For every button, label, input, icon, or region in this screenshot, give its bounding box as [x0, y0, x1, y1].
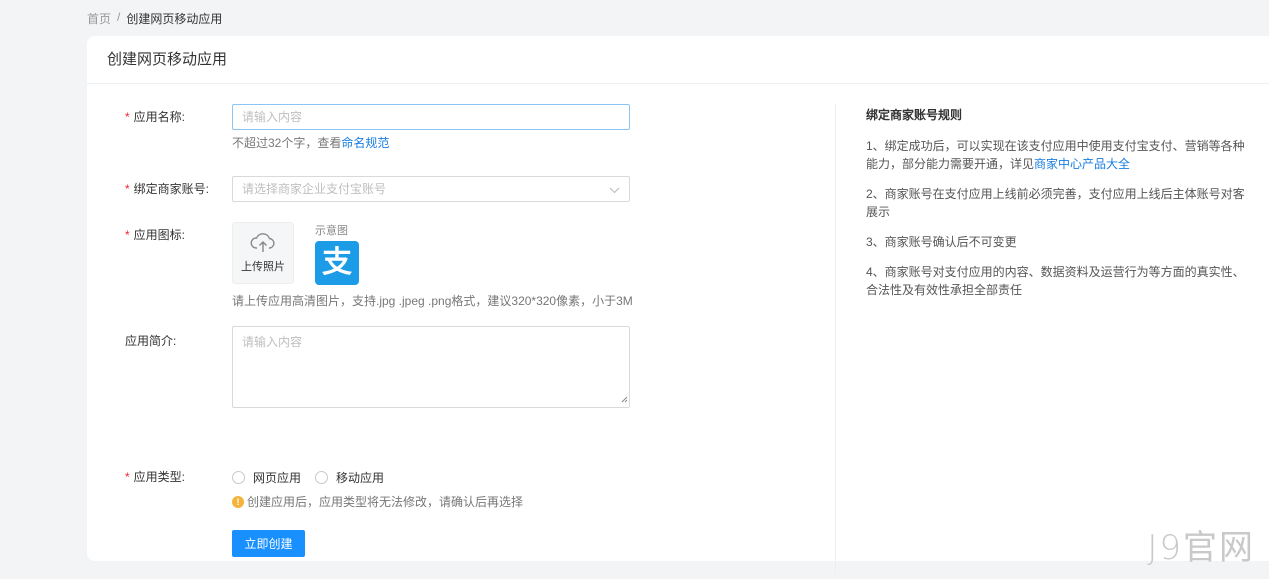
cloud-upload-icon — [250, 232, 276, 254]
required-mark: * — [125, 228, 130, 242]
required-mark: * — [125, 182, 130, 196]
type-label: * 应用类型: — [125, 470, 186, 484]
chevron-down-icon — [609, 182, 620, 206]
intro-textarea[interactable]: 请输入内容 — [232, 326, 630, 408]
rule-item: 4、商家账号对支付应用的内容、数据资料及运营行为等方面的真实性、合法性及有效性承… — [866, 265, 1245, 297]
app-name-input[interactable]: 请输入内容 — [232, 104, 630, 130]
breadcrumb-separator: / — [117, 10, 121, 24]
alipay-logo-icon: 支 — [315, 241, 359, 285]
naming-rules-link[interactable]: 命名规范 — [341, 136, 389, 150]
create-now-button[interactable]: 立即创建 — [232, 530, 305, 557]
app-name-label: * 应用名称: — [125, 110, 186, 124]
divider — [835, 104, 836, 574]
preview-label: 示意图 — [315, 225, 348, 237]
radio-mobile-app[interactable] — [315, 470, 329, 484]
rule-item: 2、商家账号在支付应用上线前必须完善，支付应用上线后主体账号对客展示 — [866, 187, 1245, 219]
breadcrumb: 首页 / 创建网页移动应用 — [87, 10, 222, 27]
merchant-rules-panel: 绑定商家账号规则 1、绑定成功后，可以实现在该支付应用中使用支付宝支付、营销等各… — [866, 106, 1246, 311]
app-name-hint: 不超过32个字，查看命名规范 — [232, 136, 390, 150]
product-catalog-link[interactable]: 商家中心产品大全 — [1034, 157, 1130, 171]
create-app-form: * 应用名称: 请输入内容 不超过32个字，查看命名规范 * 绑定商家账号: 请选择… — [87, 84, 835, 557]
type-warning: ! 创建应用后，应用类型将无法修改，请确认后再选择 — [232, 493, 523, 510]
page-title: 创建网页移动应用 — [87, 36, 1269, 84]
main-card: 创建网页移动应用 * 应用名称: 请输入内容 不超过32个字，查看命名规范 * 绑定… — [87, 36, 1269, 574]
rules-title: 绑定商家账号规则 — [866, 108, 963, 122]
required-mark: * — [125, 110, 130, 124]
resize-handle-icon[interactable] — [620, 392, 628, 406]
radio-web-app[interactable] — [232, 470, 245, 484]
rule-item: 1、绑定成功后，可以实现在该支付应用中使用支付宝支付、营销等各种能力，部分能力需… — [866, 139, 1245, 171]
icon-label: * 应用图标: — [125, 228, 186, 242]
upload-photo-label: 上传照片 — [241, 261, 285, 273]
merchant-label: * 绑定商家账号: — [125, 182, 210, 196]
type-radio-group: 网页应用 移动应用 — [232, 464, 523, 490]
required-mark: * — [125, 470, 130, 484]
warning-icon: ! — [232, 495, 244, 508]
radio-web-app-label[interactable]: 网页应用 — [253, 469, 301, 486]
watermark: J9官网 — [1147, 528, 1255, 568]
upload-photo-button[interactable]: 上传照片 — [232, 222, 294, 284]
radio-mobile-app-label[interactable]: 移动应用 — [336, 469, 384, 486]
breadcrumb-current: 创建网页移动应用 — [126, 12, 223, 26]
icon-hint: 请上传应用高清图片，支持.jpg .jpeg .png格式，建议320*320像… — [232, 294, 633, 308]
rule-item: 3、商家账号确认后不可变更 — [866, 235, 1017, 249]
merchant-select[interactable]: 请选择商家企业支付宝账号 — [232, 176, 630, 202]
breadcrumb-home[interactable]: 首页 — [87, 10, 111, 27]
intro-label: 应用简介: — [125, 334, 177, 348]
